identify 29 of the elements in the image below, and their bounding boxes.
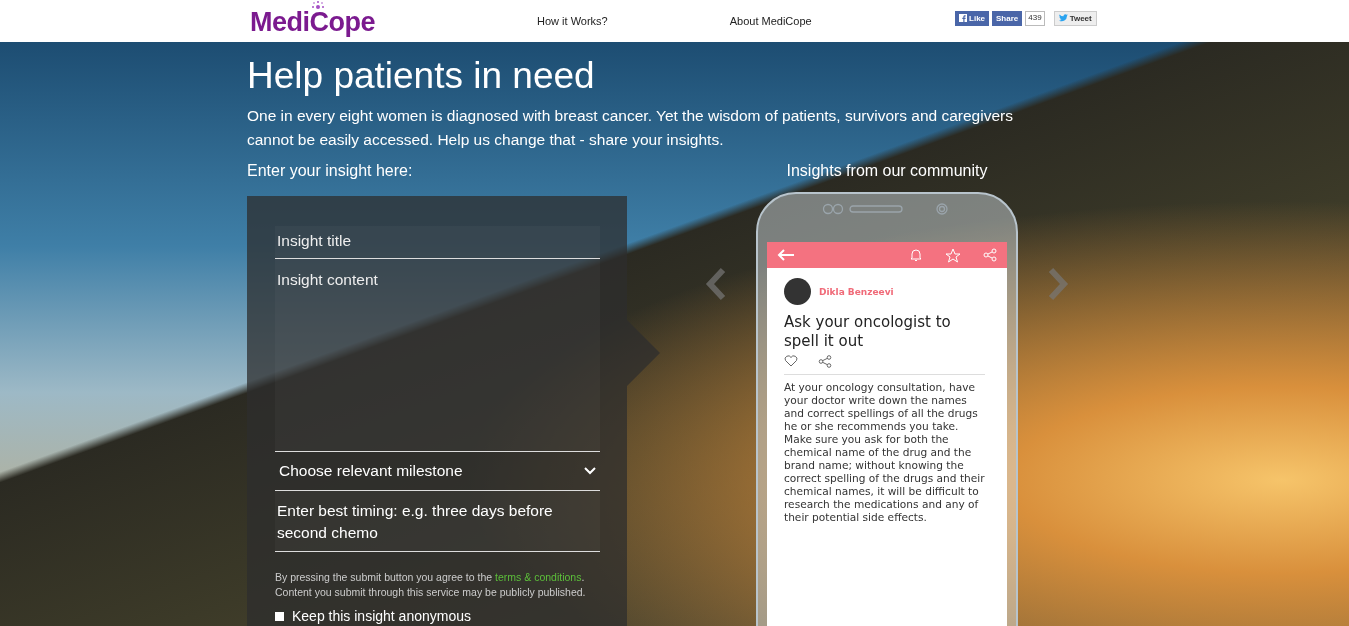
like-button[interactable]: Like — [955, 10, 990, 26]
community-heading: Insights from our community — [786, 162, 988, 180]
chevron-right-icon[interactable] — [1047, 267, 1069, 301]
insight-body: At your oncology consultation, have your doctor write down the names and correct spellings of all the drugs he or she recommends you take. Make sure you ask for both the chemical name of the drug and the brand name; without knowing the correct spelling of the drugs and their chemical names, it will be difficult to research the medications and any of their potential side effects. — [784, 374, 985, 524]
chevron-left-icon[interactable] — [705, 267, 727, 301]
anonymous-label: Keep this insight anonymous — [292, 608, 471, 624]
share-icon[interactable] — [983, 248, 997, 262]
share-icon[interactable] — [818, 355, 832, 368]
bell-icon[interactable] — [909, 248, 923, 262]
anonymous-checkbox[interactable] — [275, 611, 284, 621]
milestone-dropdown[interactable]: Choose relevant milestone — [275, 452, 600, 491]
form-heading: Enter your insight here: — [247, 162, 414, 180]
share-count: 439 — [1025, 10, 1045, 26]
heart-icon[interactable] — [784, 355, 798, 367]
hero-title: Help patients in need — [247, 57, 596, 94]
star-icon[interactable] — [945, 247, 961, 263]
logo[interactable]: MediCope — [250, 1, 375, 37]
back-arrow-icon[interactable] — [777, 249, 795, 261]
bird-icon — [1058, 14, 1068, 22]
tweet-button[interactable]: Tweet — [1053, 10, 1097, 26]
nav-link[interactable]: How it Works? — [537, 15, 608, 27]
nav-link[interactable]: About MediCope — [729, 15, 812, 27]
terms-text: By pressing the submit button you agree to the terms & conditions. Content you submit through this service may be publicly published. — [275, 570, 587, 600]
avatar — [784, 278, 811, 305]
share-button[interactable]: Share — [992, 10, 1023, 26]
facebook-icon — [959, 14, 967, 22]
insight-title: Ask your oncologist to spell it out — [784, 313, 952, 351]
chevron-icon — [584, 467, 596, 475]
hero-subtitle: One in every eight women is diagnosed with breast cancer. Yet the wisdom of patients, survivors and caregivers cannot be easily accessed. Help us change that - share your insights. — [247, 106, 1014, 150]
